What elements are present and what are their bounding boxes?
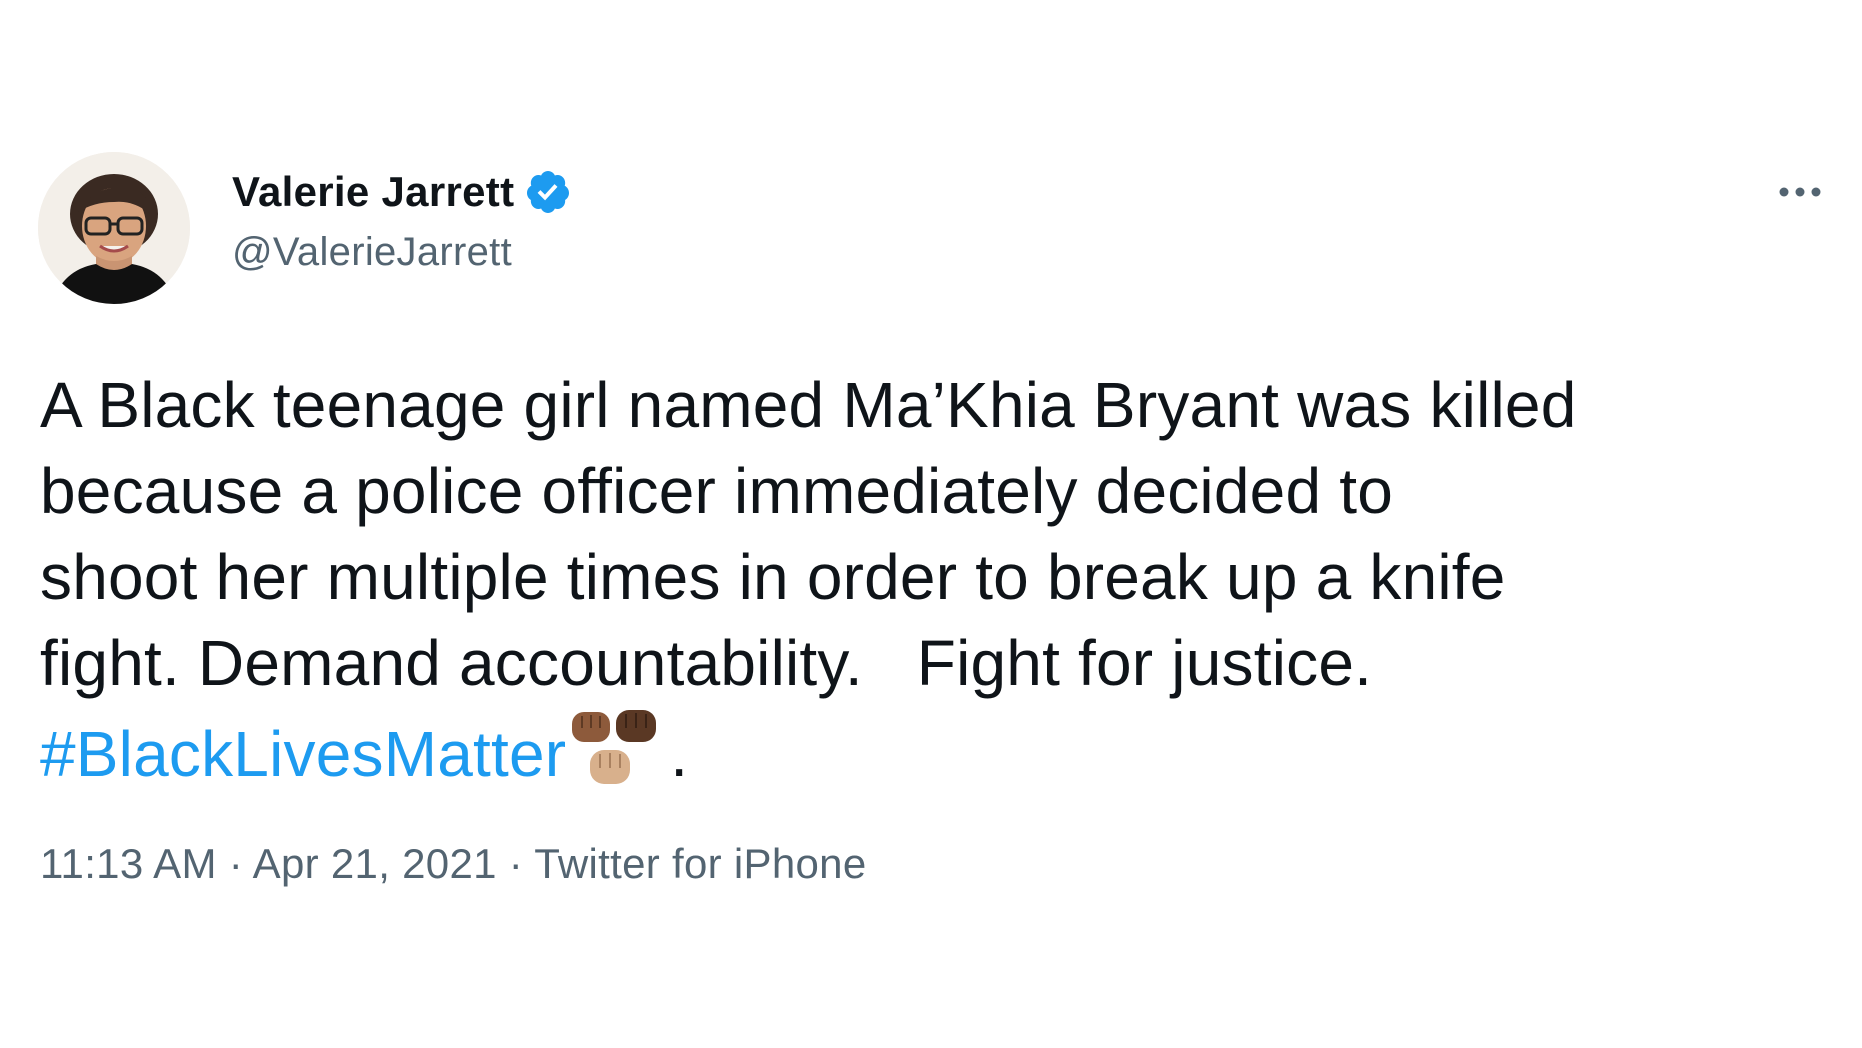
hashtag-link[interactable]: #BlackLivesMatter [40, 718, 566, 790]
tweet-text-line: fight. Demand accountability. Fight for … [40, 627, 1373, 699]
tweet-card: Valerie Jarrett @ValerieJarrett A Black … [0, 0, 1862, 1048]
tweet-source[interactable]: Twitter for iPhone [534, 840, 866, 887]
author-name-row: Valerie Jarrett [232, 166, 572, 218]
meta-separator: · [216, 840, 253, 887]
trailing-punctuation: . [670, 718, 689, 790]
tweet-time[interactable]: 11:13 AM [40, 840, 217, 887]
raised-fists-emoji [572, 710, 657, 784]
more-options-icon [1779, 187, 1821, 197]
tweet-text-line: because a police officer immediately dec… [40, 455, 1393, 527]
tweet-text-line: A Black teenage girl named Ma’Khia Bryan… [40, 369, 1577, 441]
verified-badge-icon [527, 171, 570, 213]
meta-separator: · [496, 840, 535, 887]
author-handle[interactable]: @ValerieJarrett [232, 230, 512, 275]
tweet-text-last-line: #BlackLivesMatter . [40, 706, 1840, 797]
more-options-button[interactable] [1770, 172, 1830, 212]
display-name[interactable]: Valerie Jarrett [232, 168, 514, 216]
avatar-photo [38, 152, 190, 304]
tweet-text-line: shoot her multiple times in order to bre… [40, 541, 1506, 613]
tweet-meta: 11:13 AM · Apr 21, 2021 · Twitter for iP… [40, 840, 866, 888]
tweet-text: A Black teenage girl named Ma’Khia Bryan… [40, 362, 1840, 797]
tweet-date[interactable]: Apr 21, 2021 [253, 840, 497, 887]
avatar[interactable] [38, 152, 190, 304]
